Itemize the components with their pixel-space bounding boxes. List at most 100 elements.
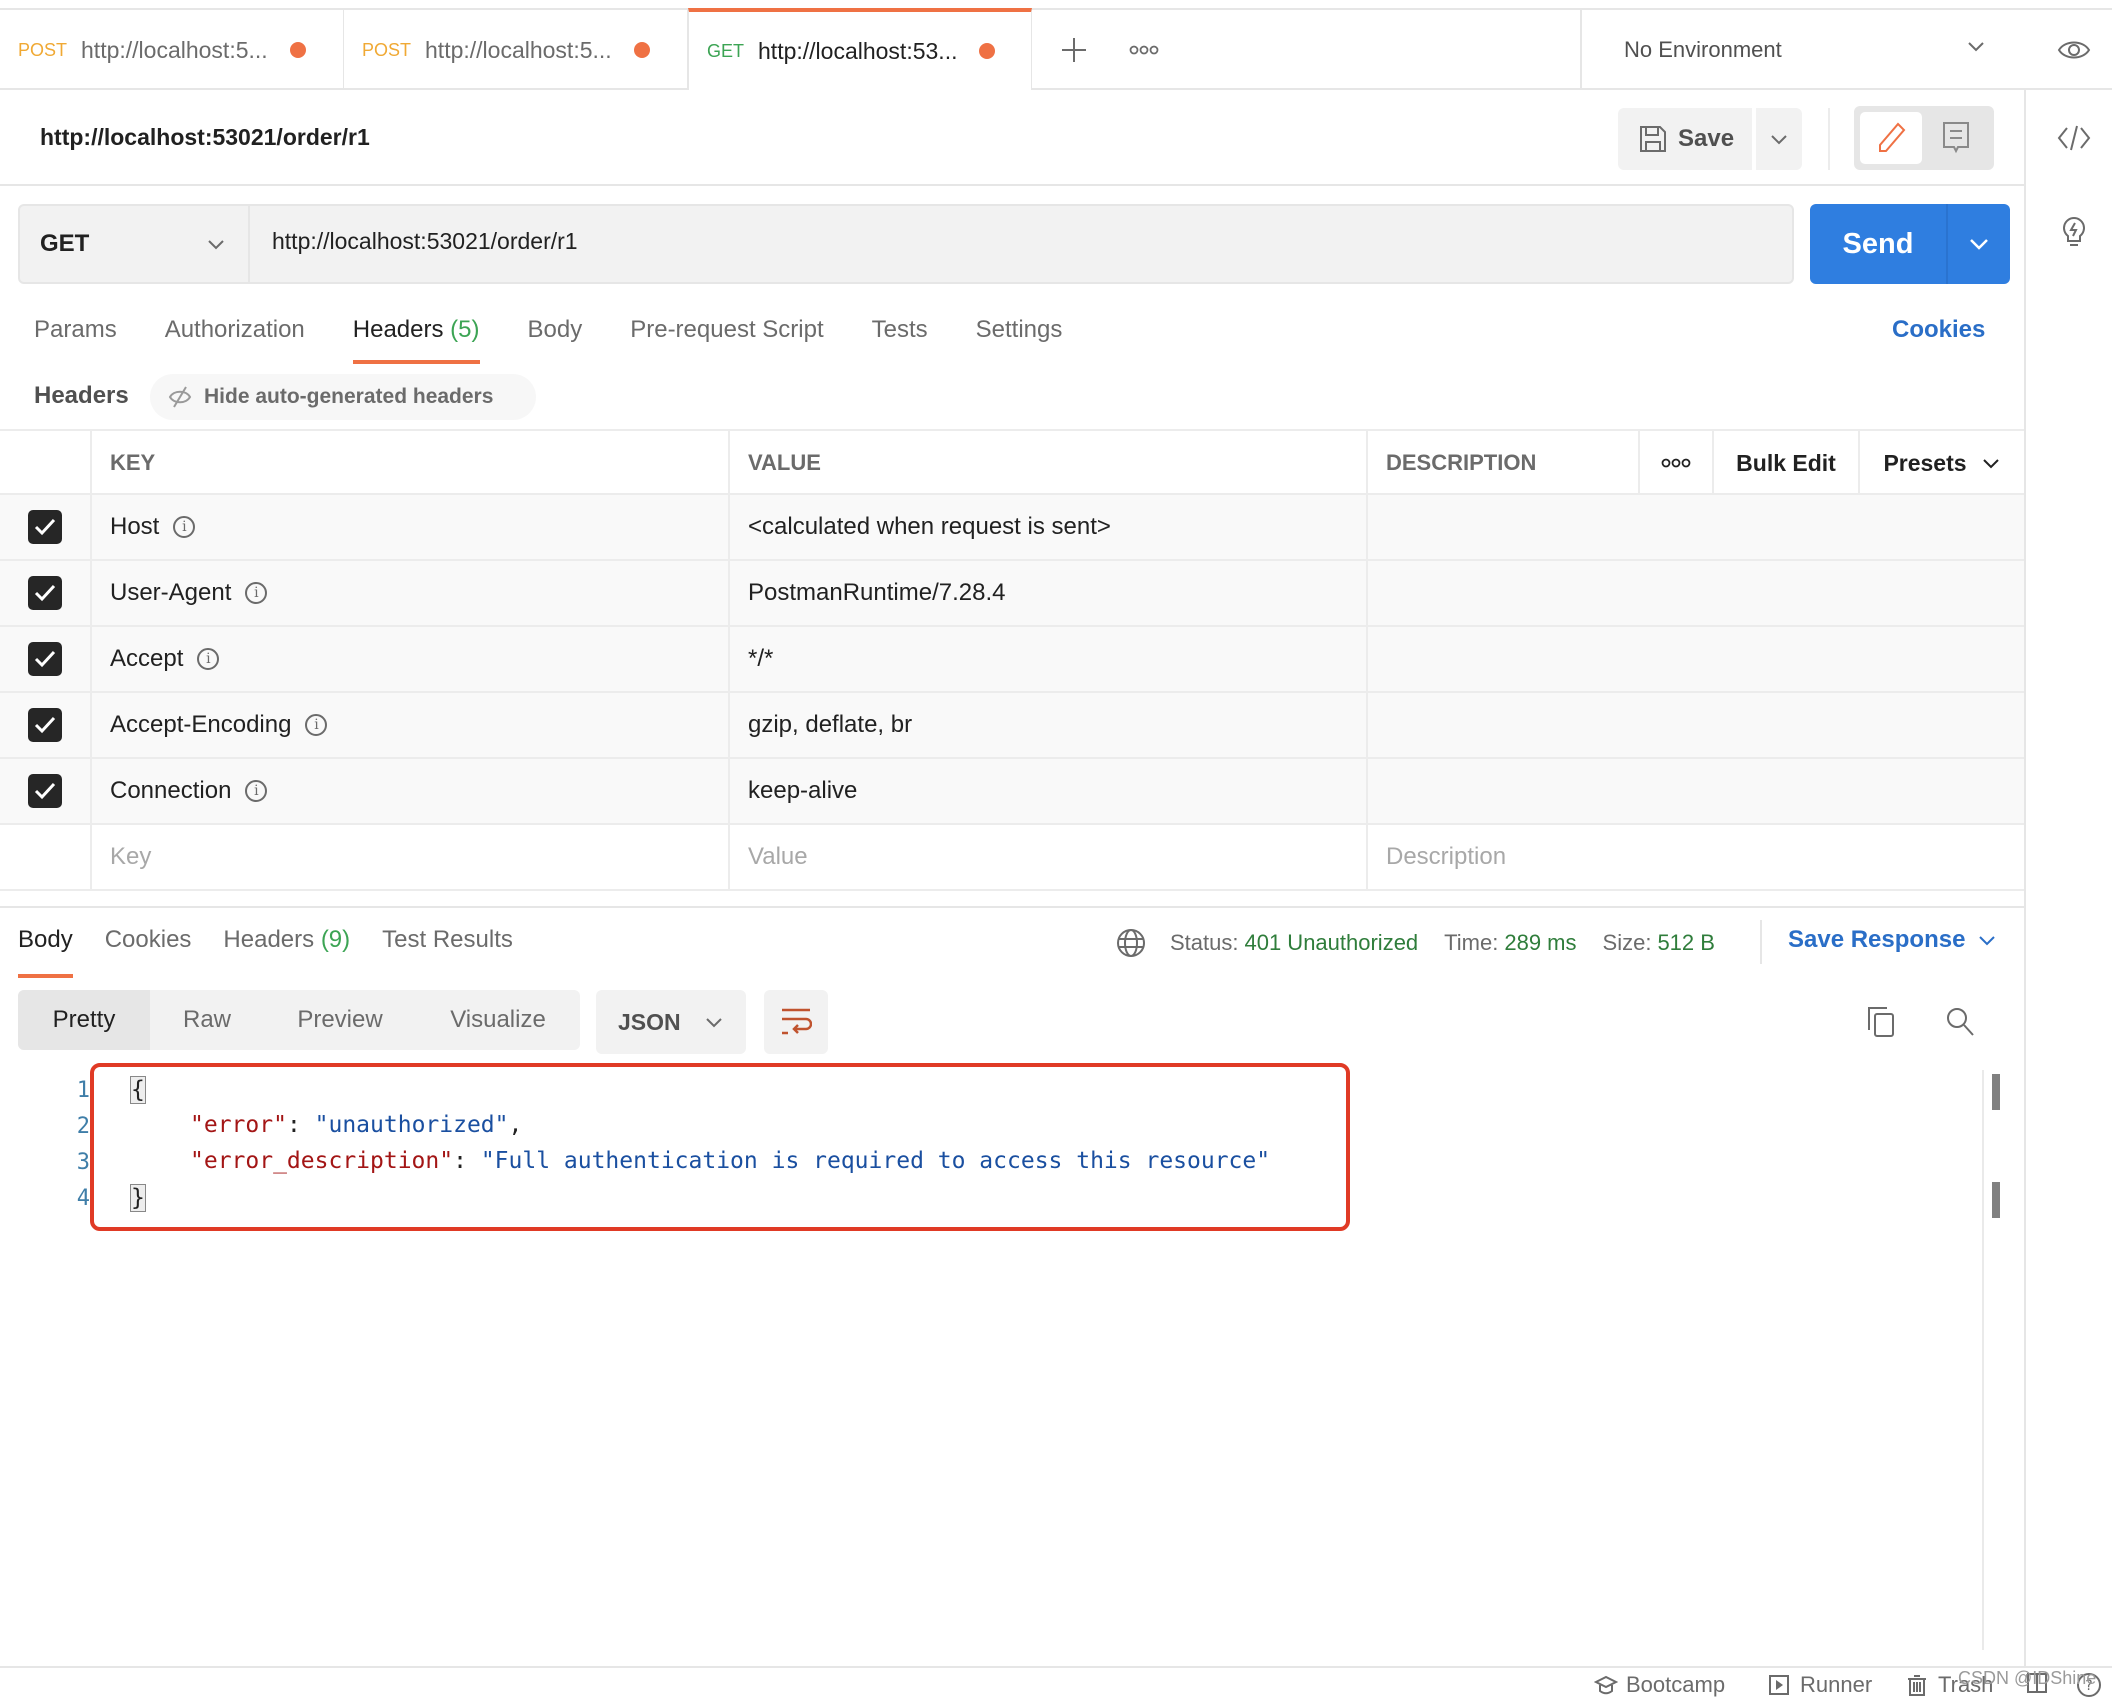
chevron-down-icon[interactable] bbox=[1968, 233, 1990, 255]
environment-quick-look-button[interactable] bbox=[2050, 26, 2098, 74]
row-key[interactable]: Connection i bbox=[90, 759, 728, 823]
row-key[interactable]: Host i bbox=[90, 495, 728, 559]
row-checkbox[interactable] bbox=[28, 510, 62, 544]
hide-auto-generated-label: Hide auto-generated headers bbox=[204, 385, 494, 408]
tab-options-button[interactable] bbox=[1120, 26, 1168, 74]
request-title[interactable]: http://localhost:53021/order/r1 bbox=[40, 124, 370, 151]
view-raw[interactable]: Raw bbox=[150, 990, 264, 1050]
bootcamp-button[interactable]: Bootcamp bbox=[1594, 1672, 1725, 1698]
row-description[interactable] bbox=[1366, 495, 2024, 559]
info-icon[interactable]: i bbox=[245, 582, 268, 604]
cookies-link[interactable]: Cookies bbox=[1892, 316, 1985, 344]
new-key-input[interactable]: Key bbox=[90, 825, 728, 889]
tab-method: POST bbox=[18, 39, 68, 60]
response-tab-body[interactable]: Body bbox=[18, 926, 73, 978]
search-button[interactable] bbox=[1938, 998, 1982, 1046]
url-input[interactable]: http://localhost:53021/order/r1 bbox=[272, 228, 578, 255]
row-value[interactable]: gzip, deflate, br bbox=[728, 693, 1366, 757]
method-value: GET bbox=[40, 230, 90, 257]
row-description[interactable] bbox=[1366, 759, 2024, 823]
comments-mode-button[interactable] bbox=[1934, 116, 1978, 160]
code-snippet-button[interactable] bbox=[2050, 114, 2098, 162]
info-icon[interactable]: i bbox=[245, 780, 268, 802]
row-checkbox[interactable] bbox=[28, 642, 62, 676]
row-description[interactable] bbox=[1366, 561, 2024, 625]
row-checkbox[interactable] bbox=[28, 576, 62, 610]
row-value[interactable]: */* bbox=[728, 627, 1366, 691]
play-box-icon bbox=[1769, 1675, 1789, 1695]
save-button[interactable]: Save bbox=[1618, 108, 1752, 170]
copy-button[interactable] bbox=[1860, 998, 1904, 1046]
row-key[interactable]: User-Agent i bbox=[90, 561, 728, 625]
row-key[interactable]: Accept i bbox=[90, 627, 728, 691]
tab-params[interactable]: Params bbox=[34, 316, 117, 344]
tab-settings[interactable]: Settings bbox=[976, 316, 1063, 344]
tab-headers-count: (5) bbox=[450, 316, 480, 343]
request-tab-active[interactable]: GET http://localhost:53... bbox=[688, 8, 1032, 90]
save-options-button[interactable] bbox=[1756, 108, 1802, 170]
view-preview[interactable]: Preview bbox=[264, 990, 416, 1050]
send-button[interactable]: Send bbox=[1810, 204, 2010, 284]
info-icon[interactable]: i bbox=[305, 714, 328, 736]
request-tabs: Params Authorization Headers (5) Body Pr… bbox=[34, 316, 1110, 364]
view-visualize[interactable]: Visualize bbox=[416, 990, 580, 1050]
time-value[interactable]: 289 ms bbox=[1504, 930, 1576, 956]
new-value-input[interactable]: Value bbox=[728, 825, 1366, 889]
plus-icon bbox=[1062, 38, 1086, 62]
row-key[interactable]: Accept-Encoding i bbox=[90, 693, 728, 757]
tab-body[interactable]: Body bbox=[528, 316, 583, 344]
hide-auto-generated-headers-button[interactable]: Hide auto-generated headers bbox=[150, 374, 536, 420]
tab-pre-request-script[interactable]: Pre-request Script bbox=[630, 316, 823, 344]
status-value[interactable]: 401 Unauthorized bbox=[1244, 930, 1418, 956]
send-label: Send bbox=[1842, 227, 1914, 260]
response-tab-cookies[interactable]: Cookies bbox=[105, 926, 192, 954]
row-value[interactable]: keep-alive bbox=[728, 759, 1366, 823]
response-tab-test-results[interactable]: Test Results bbox=[382, 926, 513, 954]
request-response-divider[interactable] bbox=[0, 906, 2024, 908]
table-options-button[interactable] bbox=[1638, 431, 1712, 495]
edit-mode-button[interactable] bbox=[1860, 112, 1922, 164]
response-tab-headers[interactable]: Headers (9) bbox=[223, 926, 350, 954]
row-description[interactable] bbox=[1366, 693, 2024, 757]
line-number: 4 bbox=[76, 1186, 90, 1211]
unsaved-dot-icon bbox=[633, 42, 650, 58]
new-tab-button[interactable] bbox=[1050, 26, 1098, 74]
wrap-lines-button[interactable] bbox=[764, 990, 828, 1054]
row-value[interactable]: PostmanRuntime/7.28.4 bbox=[728, 561, 1366, 625]
request-tab[interactable]: POST http://localhost:5... bbox=[0, 10, 344, 90]
info-icon[interactable]: i bbox=[197, 648, 220, 670]
size-value[interactable]: 512 B bbox=[1657, 930, 1715, 956]
scrollbar-thumb[interactable] bbox=[1992, 1074, 2000, 1110]
code-icon bbox=[2057, 125, 2091, 151]
tab-authorization[interactable]: Authorization bbox=[165, 316, 305, 344]
row-checkbox[interactable] bbox=[28, 708, 62, 742]
response-tab-headers-count: (9) bbox=[320, 926, 351, 953]
format-select[interactable]: JSON bbox=[596, 990, 746, 1054]
row-description[interactable] bbox=[1366, 627, 2024, 691]
row-value[interactable]: <calculated when request is sent> bbox=[728, 495, 1366, 559]
editor-scroll-track[interactable] bbox=[1982, 1070, 1984, 1650]
table-row: Connection i keep-alive bbox=[0, 759, 2024, 825]
highlight-annotation-box bbox=[90, 1063, 1350, 1231]
environment-select[interactable]: No Environment bbox=[1580, 10, 2032, 90]
chevron-down-icon bbox=[208, 240, 224, 250]
view-pretty[interactable]: Pretty bbox=[18, 990, 150, 1050]
save-response-label: Save Response bbox=[1788, 926, 1966, 953]
new-description-input[interactable]: Description bbox=[1366, 825, 2024, 889]
info-icon[interactable]: i bbox=[173, 516, 196, 538]
tab-tests[interactable]: Tests bbox=[872, 316, 928, 344]
request-tab[interactable]: POST http://localhost:5... bbox=[344, 10, 688, 90]
runner-button[interactable]: Runner bbox=[1768, 1672, 1872, 1698]
size-label: Size: bbox=[1602, 930, 1652, 955]
insights-button[interactable] bbox=[2050, 208, 2098, 256]
more-icon bbox=[1129, 45, 1159, 55]
method-select[interactable]: GET bbox=[18, 204, 250, 284]
globe-icon[interactable] bbox=[1116, 928, 1146, 958]
line-number: 3 bbox=[76, 1150, 90, 1175]
tab-headers[interactable]: Headers (5) bbox=[352, 316, 480, 364]
save-response-button[interactable]: Save Response bbox=[1788, 926, 1997, 954]
bulk-edit-button[interactable]: Bulk Edit bbox=[1712, 431, 1858, 495]
scrollbar-thumb[interactable] bbox=[1992, 1182, 2000, 1218]
row-checkbox[interactable] bbox=[28, 774, 62, 808]
presets-button[interactable]: Presets bbox=[1858, 431, 2024, 495]
